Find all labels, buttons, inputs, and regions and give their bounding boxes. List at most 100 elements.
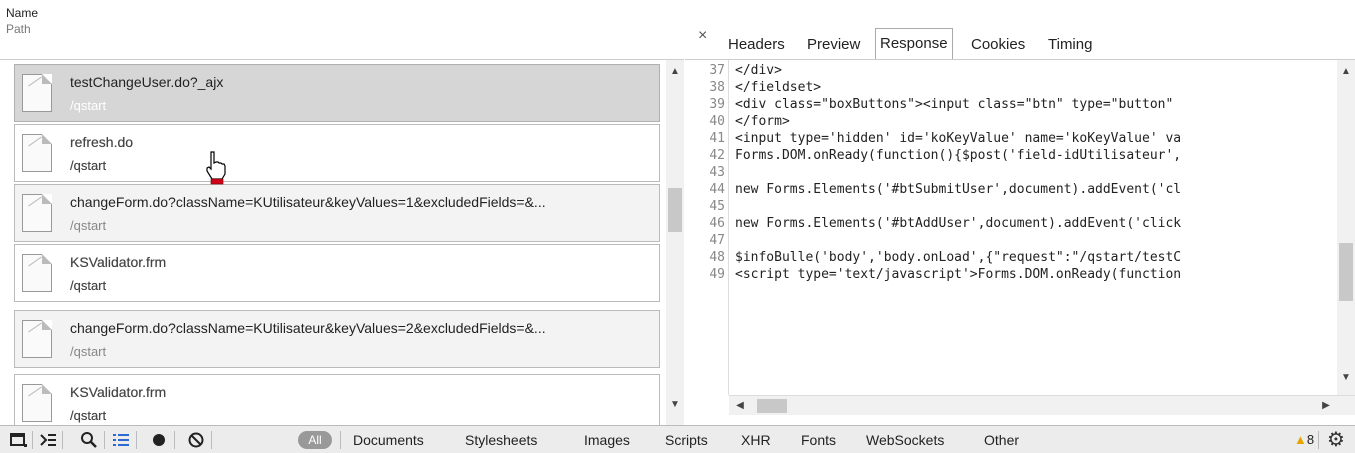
- request-row[interactable]: changeForm.do?className=KUtilisateur&key…: [14, 184, 660, 242]
- toolbar-divider: [340, 431, 341, 449]
- list-icon[interactable]: [111, 430, 131, 450]
- filter-websockets[interactable]: WebSockets: [866, 432, 944, 448]
- code-line: $infoBulle('body','body.onLoad',{"reques…: [735, 250, 1182, 265]
- request-list: testChangeUser.do?_ajx /qstart refresh.d…: [0, 60, 666, 425]
- record-icon[interactable]: [149, 430, 169, 450]
- line-number: 39: [709, 97, 725, 112]
- scroll-up-icon[interactable]: ▲: [1337, 64, 1355, 80]
- console-icon[interactable]: [38, 430, 58, 450]
- code-vertical-scrollbar[interactable]: ▲ ▼: [1337, 60, 1355, 395]
- line-number: 45: [709, 199, 725, 214]
- close-icon[interactable]: ×: [698, 27, 707, 45]
- request-name: changeForm.do?className=KUtilisateur&key…: [70, 194, 546, 210]
- file-icon: [22, 320, 52, 358]
- file-icon: [22, 74, 52, 112]
- line-number: 46: [709, 216, 725, 231]
- left-vertical-scrollbar[interactable]: ▲ ▼: [666, 60, 684, 425]
- request-row[interactable]: refresh.do /qstart: [14, 124, 660, 182]
- request-path: /qstart: [70, 218, 107, 233]
- code-line: <input type='hidden' id='koKeyValue' nam…: [735, 131, 1182, 146]
- filter-fonts[interactable]: Fonts: [801, 432, 836, 448]
- line-number: 38: [709, 80, 725, 95]
- tab-preview[interactable]: Preview: [803, 30, 864, 58]
- detail-tabs: × Headers Preview Response Cookies Timin…: [685, 0, 1355, 60]
- line-number: 40: [709, 114, 725, 129]
- request-path: /qstart: [70, 158, 107, 173]
- line-number: 49: [709, 267, 725, 282]
- settings-icon[interactable]: ⚙: [1323, 429, 1349, 451]
- code-line: </fieldset>: [735, 80, 822, 95]
- line-number: 37: [709, 63, 725, 78]
- request-name: refresh.do: [70, 134, 134, 150]
- code-line: <div class="boxButtons"><input class="bt…: [735, 97, 1174, 112]
- line-number: 41: [709, 131, 725, 146]
- toolbar-divider: [62, 431, 63, 449]
- code-line: </div>: [735, 63, 782, 78]
- tab-headers[interactable]: Headers: [724, 30, 789, 58]
- warnings-counter[interactable]: ▲8: [1294, 432, 1314, 447]
- scroll-down-icon[interactable]: ▼: [666, 397, 684, 413]
- line-number: 42: [709, 148, 725, 163]
- name-column-label: Name: [6, 6, 39, 20]
- toolbar-divider: [136, 431, 137, 449]
- request-path: /qstart: [70, 278, 107, 293]
- request-name: testChangeUser.do?_ajx: [70, 74, 224, 90]
- network-toolbar: All Documents Stylesheets Images Scripts…: [0, 425, 1355, 453]
- request-name: changeForm.do?className=KUtilisateur&key…: [70, 320, 546, 336]
- tab-timing[interactable]: Timing: [1044, 30, 1096, 58]
- code-line: </form>: [735, 114, 790, 129]
- line-number: 43: [709, 165, 725, 180]
- filter-other[interactable]: Other: [984, 432, 1019, 448]
- line-number: 47: [709, 233, 725, 248]
- path-column-label: Path: [6, 22, 31, 36]
- file-icon: [22, 384, 52, 422]
- scroll-up-icon[interactable]: ▲: [666, 64, 684, 80]
- request-path: /qstart: [70, 344, 107, 359]
- request-row[interactable]: KSValidator.frm /qstart: [14, 244, 660, 302]
- filter-xhr[interactable]: XHR: [741, 432, 771, 448]
- tab-response[interactable]: Response: [875, 28, 953, 59]
- clear-icon[interactable]: [186, 430, 206, 450]
- scroll-down-icon[interactable]: ▼: [1337, 370, 1355, 386]
- dock-icon[interactable]: [8, 430, 28, 450]
- filter-stylesheets[interactable]: Stylesheets: [465, 432, 537, 448]
- network-requests-pane: Name Path testChangeUser.do?_ajx /qstart…: [0, 0, 684, 425]
- response-code-viewer[interactable]: 37 38 39 40 41 42 43 44 45 46 47 48 49 </div> </field…: [685, 60, 1337, 395]
- file-icon: [22, 194, 52, 232]
- scroll-left-icon[interactable]: ◀: [731, 396, 749, 416]
- request-path: /qstart: [70, 408, 107, 423]
- toolbar-divider: [174, 431, 175, 449]
- code-line: new Forms.Elements('#btAddUser',document…: [735, 216, 1182, 231]
- request-detail-pane: × Headers Preview Response Cookies Timin…: [685, 0, 1355, 425]
- line-number: 44: [709, 182, 725, 197]
- filter-scripts[interactable]: Scripts: [665, 432, 708, 448]
- column-header[interactable]: Name Path: [0, 0, 684, 60]
- code-horizontal-scrollbar[interactable]: ◀ ▶: [729, 395, 1355, 415]
- filter-images[interactable]: Images: [584, 432, 630, 448]
- scroll-thumb[interactable]: [1339, 243, 1353, 301]
- code-line: Forms.DOM.onReady(function(){$post('fiel…: [735, 148, 1182, 163]
- toolbar-divider: [104, 431, 105, 449]
- code-line: <script type='text/javascript'>Forms.DOM…: [735, 267, 1182, 282]
- file-icon: [22, 134, 52, 172]
- scroll-thumb[interactable]: [757, 399, 787, 413]
- request-row[interactable]: testChangeUser.do?_ajx /qstart: [14, 64, 660, 122]
- warning-icon: ▲: [1294, 432, 1307, 447]
- request-row[interactable]: changeForm.do?className=KUtilisateur&key…: [14, 310, 660, 368]
- toolbar-divider: [32, 431, 33, 449]
- filter-documents[interactable]: Documents: [353, 432, 424, 448]
- tab-cookies[interactable]: Cookies: [967, 30, 1029, 58]
- request-name: KSValidator.frm: [70, 254, 167, 270]
- scroll-thumb[interactable]: [668, 188, 682, 232]
- code-line: new Forms.Elements('#btSubmitUser',docum…: [735, 182, 1182, 197]
- scroll-right-icon[interactable]: ▶: [1317, 396, 1335, 416]
- request-name: KSValidator.frm: [70, 384, 167, 400]
- toolbar-divider: [211, 431, 212, 449]
- line-number-gutter: 37 38 39 40 41 42 43 44 45 46 47 48 49: [685, 60, 729, 395]
- search-icon[interactable]: [79, 430, 99, 450]
- file-icon: [22, 254, 52, 292]
- filter-all[interactable]: All: [298, 431, 332, 449]
- request-row[interactable]: KSValidator.frm /qstart: [14, 374, 660, 425]
- warning-count: 8: [1306, 432, 1315, 447]
- hand-cursor-icon: [206, 151, 226, 185]
